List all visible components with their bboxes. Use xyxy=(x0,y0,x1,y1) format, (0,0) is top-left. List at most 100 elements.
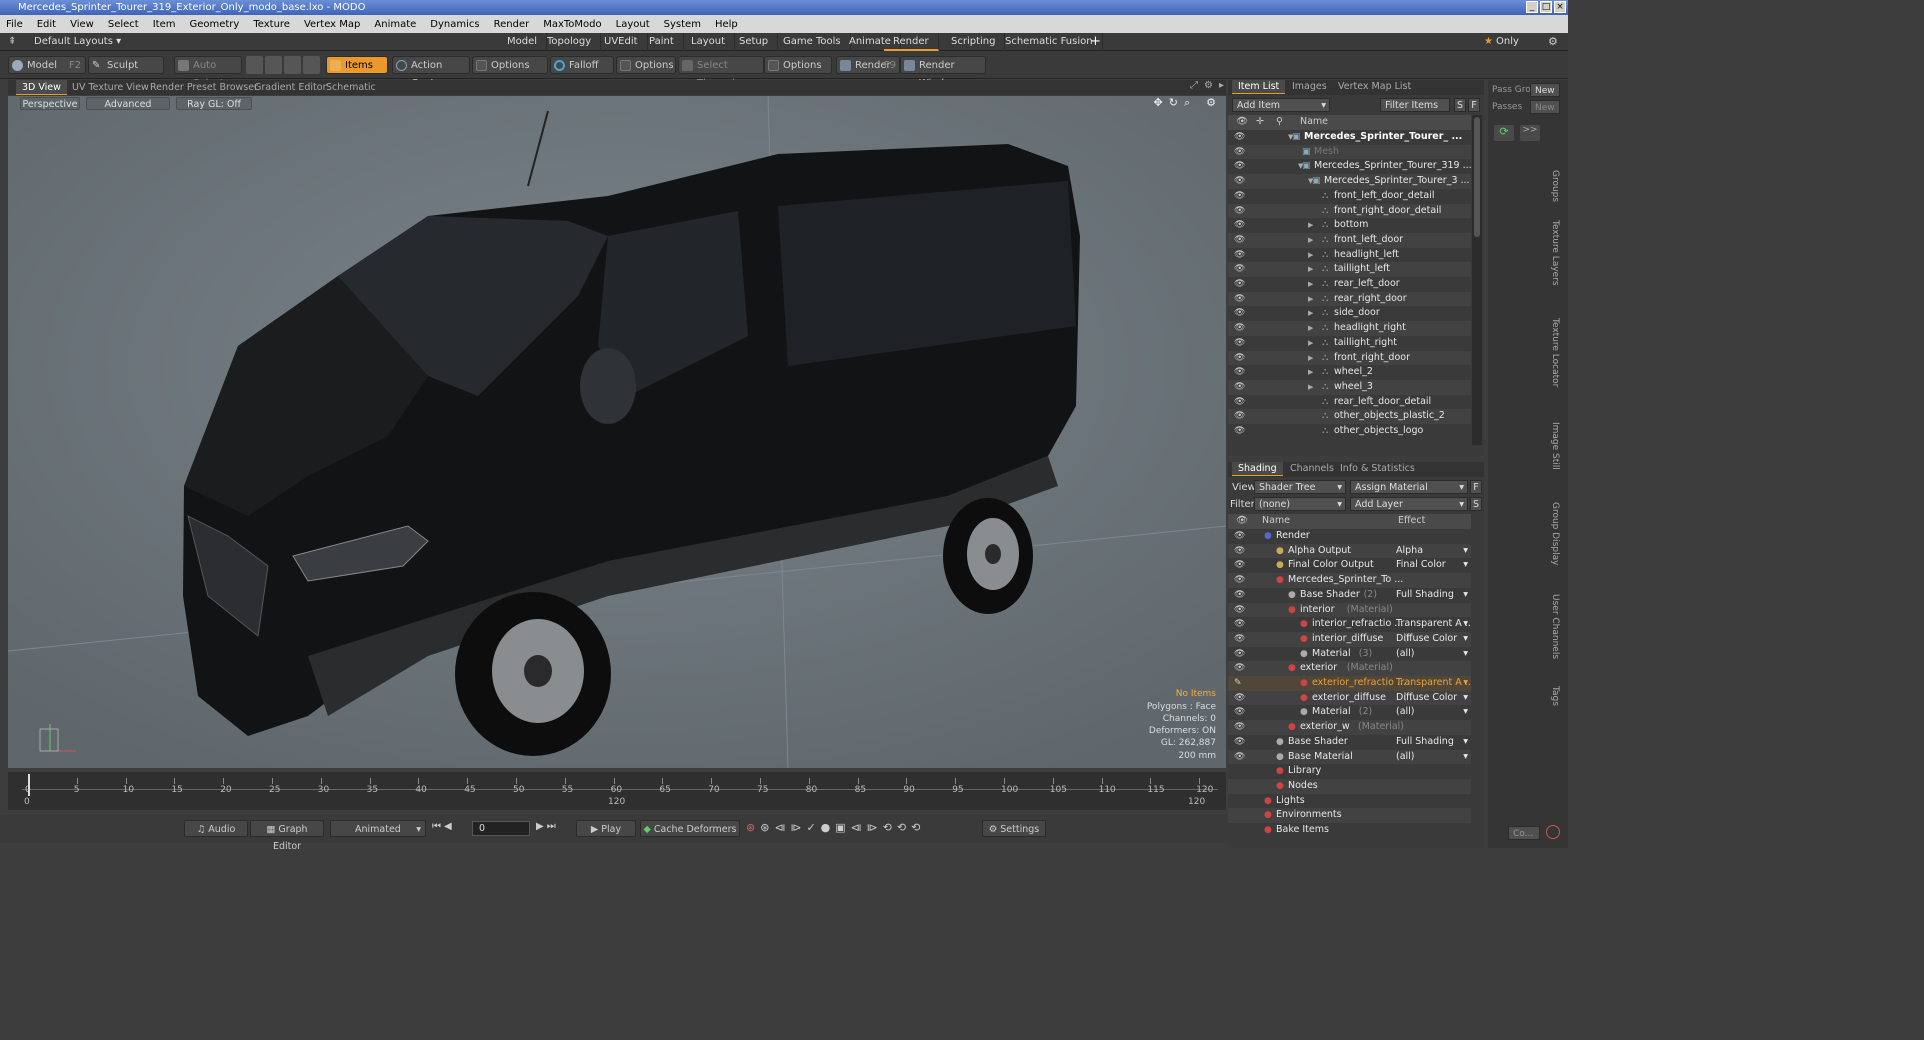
falloff-options-button[interactable]: Options xyxy=(616,56,676,74)
auto-key-icon[interactable]: ⊛ xyxy=(760,821,769,834)
audio-button[interactable]: ♫ Audio xyxy=(184,820,248,837)
item-list-row[interactable]: 👁 ▣ Mesh xyxy=(1228,144,1471,160)
eye-icon[interactable]: 👁 xyxy=(1234,573,1245,588)
shader-tree-row[interactable]: 👁 ● Final Color Output Final Color ▾ xyxy=(1228,558,1471,573)
shader-tree-row[interactable]: 👁 ● exterior_w (Material) xyxy=(1228,720,1471,735)
loop3-icon[interactable]: ⟲ xyxy=(911,821,920,834)
shader-tree-row[interactable]: ● Nodes xyxy=(1228,778,1471,794)
shading-tab-shading[interactable]: Shading xyxy=(1232,462,1283,476)
item-list-row[interactable]: 👁 ▼ ▣ Mercedes_Sprinter_Tourer_3 ... xyxy=(1228,174,1471,189)
menu-layout[interactable]: Layout xyxy=(616,19,650,30)
eye-icon[interactable]: 👁 xyxy=(1234,529,1245,544)
menu-select[interactable]: Select xyxy=(108,19,139,30)
item-list-row[interactable]: 👁 ⛬ other_objects_logo xyxy=(1228,424,1471,439)
expand-arrow-icon[interactable]: ▶ xyxy=(1308,321,1313,336)
expand-arrow-icon[interactable]: ▶ xyxy=(1308,365,1313,380)
auto-select-button[interactable]: Auto Select xyxy=(174,56,242,89)
f-button[interactable]: F xyxy=(1468,98,1480,112)
shader-effect-dropdown[interactable]: Full Shading ▾ xyxy=(1396,735,1468,750)
maximize-button[interactable]: □ xyxy=(1540,1,1552,13)
shader-tree-row[interactable]: 👁 ● Material (3) (all) ▾ xyxy=(1228,647,1471,662)
expand-arrow-icon[interactable]: ▶ xyxy=(1308,248,1313,263)
timeline-playhead[interactable] xyxy=(28,774,30,796)
shader-tree-row[interactable]: 👁 ● Material (2) (all) ▾ xyxy=(1228,705,1471,720)
record-icon[interactable]: ⊛ xyxy=(746,821,755,834)
eye-icon[interactable]: 👁 xyxy=(1234,365,1245,380)
add-layer-button[interactable]: Add Layer ▾ xyxy=(1350,497,1468,511)
close-button[interactable]: × xyxy=(1554,1,1566,13)
expand-arrow-icon[interactable]: ▶ xyxy=(1308,336,1313,351)
zoom-icon[interactable]: ⌕ xyxy=(1184,96,1190,110)
key-filter-icon[interactable]: ▣ xyxy=(835,821,845,834)
shader-effect-dropdown[interactable]: (all) ▾ xyxy=(1396,647,1468,662)
polygons-mode-icon[interactable] xyxy=(284,56,301,74)
menu-geometry[interactable]: Geometry xyxy=(189,19,239,30)
timeline[interactable]: 0 5 10 15 20 25 30 35 40 45 50 55 60 65 70 75 80 85 90 95 10… xyxy=(8,772,1226,810)
expand-arrow-icon[interactable]: ▶ xyxy=(1308,218,1313,233)
shader-tree-row[interactable]: 👁 ● Alpha Output Alpha ▾ xyxy=(1228,543,1471,559)
layout-tab-layout[interactable]: Layout xyxy=(682,33,735,51)
forward-icon[interactable]: >> xyxy=(1520,125,1540,141)
menu-system[interactable]: System xyxy=(664,19,701,30)
settings-button[interactable]: ⚙ Settings xyxy=(982,820,1046,837)
eye-icon[interactable]: 👁 xyxy=(1234,603,1245,618)
perspective-dropdown[interactable]: Perspective xyxy=(20,97,80,110)
menu-render[interactable]: Render xyxy=(494,19,530,30)
vertical-tab-groups[interactable]: Groups xyxy=(1550,170,1560,202)
shader-tree-row[interactable]: 👁 ● Base Shader Full Shading ▾ xyxy=(1228,735,1471,750)
edges-mode-icon[interactable] xyxy=(265,56,282,74)
menu-view[interactable]: View xyxy=(70,19,94,30)
shader-tree-row[interactable]: 👁 ● Render xyxy=(1228,529,1471,544)
eye-icon[interactable]: 👁 xyxy=(1234,277,1245,292)
shader-effect-dropdown[interactable]: Diffuse Color ▾ xyxy=(1396,691,1468,706)
expand-arrow-icon[interactable]: ▶ xyxy=(1308,262,1313,277)
s-button[interactable]: S xyxy=(1470,497,1482,511)
expand-arrow-icon[interactable]: ▶ xyxy=(1308,292,1313,307)
viewport-tab-render-preset-browser[interactable]: Render Preset Browser xyxy=(144,80,264,95)
eye-icon[interactable]: 👁 xyxy=(1234,159,1245,174)
eye-icon[interactable]: 👁 xyxy=(1234,380,1245,395)
shader-effect-dropdown[interactable]: (all) ▾ xyxy=(1396,750,1468,765)
expand-arrow-icon[interactable]: ▶ xyxy=(1308,306,1313,321)
shader-tree-row[interactable]: 👁 ● Mercedes_Sprinter_To ... xyxy=(1228,573,1471,588)
last-frame-icon[interactable]: ⏭ xyxy=(547,821,556,832)
menu-texture[interactable]: Texture xyxy=(253,19,290,30)
viewport-tab-uv-texture-view[interactable]: UV Texture View xyxy=(66,80,155,95)
advanced-dropdown[interactable]: Advanced xyxy=(86,97,170,110)
shader-effect-dropdown[interactable]: Diffuse Color ▾ xyxy=(1396,632,1468,647)
f-button[interactable]: F xyxy=(1470,480,1482,494)
expand-icon[interactable]: ⤢ xyxy=(1190,80,1198,91)
vertical-tab-tags[interactable]: Tags xyxy=(1550,686,1560,706)
item-list-row[interactable]: 👁 ▶ ⛬ wheel_2 xyxy=(1228,365,1471,380)
render-button[interactable]: Render F9 xyxy=(836,56,900,74)
item-list-row[interactable]: 👁 ▶ ⛬ rear_right_door xyxy=(1228,291,1471,307)
shader-tree-row[interactable]: ● Environments xyxy=(1228,808,1471,823)
expand-arrow-icon[interactable]: ▶ xyxy=(1308,351,1313,366)
eye-icon[interactable]: 👁 xyxy=(1234,750,1245,765)
sculpt-mode-button[interactable]: ✎ Sculpt xyxy=(88,56,164,74)
add-item-dropdown[interactable]: Add Item ▾ xyxy=(1232,98,1330,112)
item-list-row[interactable]: 👁 ▶ ⛬ taillight_left xyxy=(1228,262,1471,277)
only-toggle[interactable]: ★ Only xyxy=(1482,33,1540,51)
shader-tree-row[interactable]: 👁 ● exterior (Material) xyxy=(1228,661,1471,676)
eye-icon[interactable]: 👁 xyxy=(1234,661,1245,676)
eye-icon[interactable]: 👁 xyxy=(1234,262,1245,277)
menu-item[interactable]: Item xyxy=(153,19,176,30)
gear-icon[interactable]: ⚙ xyxy=(1204,80,1213,91)
eye-icon[interactable]: 👁 xyxy=(1234,233,1245,248)
item-list-tab-item-list[interactable]: Item List xyxy=(1232,80,1286,94)
key-icon[interactable]: ✓ xyxy=(806,821,815,834)
layout-preset-dropdown[interactable]: Default Layouts ▾ xyxy=(34,33,121,51)
item-list-row[interactable]: 👁 ▶ ⛬ headlight_right xyxy=(1228,321,1471,336)
eye-icon[interactable]: 👁 xyxy=(1234,691,1245,706)
3d-viewport[interactable]: Perspective Advanced Ray GL: Off ✥ ↻ ⌕ ⚙ No… xyxy=(8,96,1226,768)
item-list-row[interactable]: 👁 ⛬ front_left_door_detail xyxy=(1228,189,1471,204)
action-center-options-button[interactable]: Options xyxy=(472,56,548,74)
eye-icon[interactable]: 👁 xyxy=(1234,351,1245,366)
select-through-button[interactable]: Select Through xyxy=(678,56,764,89)
shader-tree-row[interactable]: 👁 ● Base Shader (2) Full Shading ▾ xyxy=(1228,588,1471,603)
layout-tab-paint[interactable]: Paint xyxy=(640,33,684,51)
item-list-row[interactable]: 👁 ▶ ⛬ bottom xyxy=(1228,218,1471,233)
menu-help[interactable]: Help xyxy=(715,19,738,30)
eye-icon[interactable]: 👁 xyxy=(1234,395,1245,410)
